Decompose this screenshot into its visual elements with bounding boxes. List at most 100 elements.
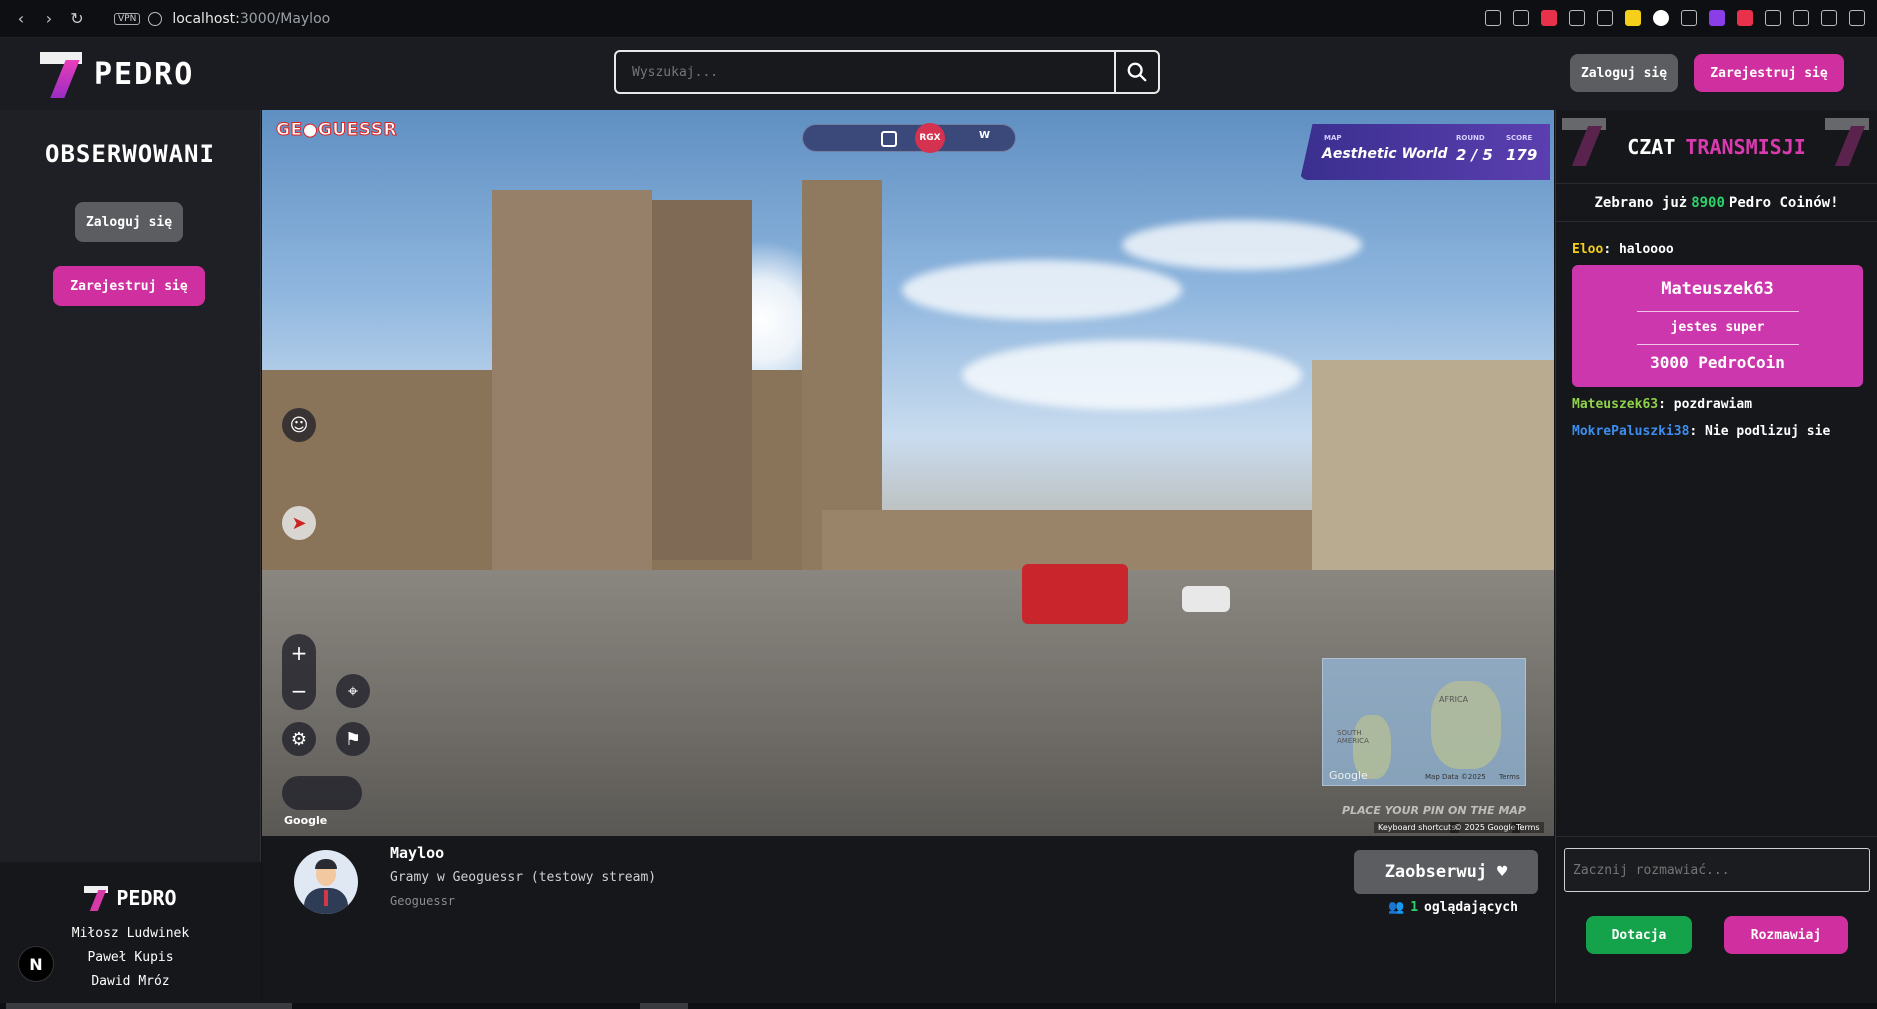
extension-yellow-icon[interactable] (1625, 10, 1641, 26)
donation-amount: 3000 PedroCoin (1650, 353, 1785, 372)
zoom-out-button[interactable]: − (282, 672, 316, 710)
chat-message: Mateuszek63: pozdrawiam (1572, 397, 1753, 412)
copyright: © 2025 Google (1450, 822, 1520, 833)
search-input[interactable] (614, 50, 1116, 94)
chat-header: CZAT TRANSMISJI (1556, 110, 1877, 184)
heart-icon: ♥ (1497, 862, 1508, 882)
sidebar: OBSERWOWANI Zaloguj się Zarejestruj się … (0, 110, 261, 1009)
browser-toolbar: ‹ › ↻ VPN localhost:3000/Mayloo (0, 0, 1877, 38)
map-label-africa: AFRICA (1439, 695, 1469, 704)
stream-category[interactable]: Geoguessr (390, 894, 455, 908)
author-name: Miłosz Ludwinek (71, 926, 190, 941)
place-pin-hint: PLACE YOUR PIN ON THE MAP (1342, 804, 1526, 817)
menu-icon[interactable] (1849, 10, 1865, 26)
bookmark-icon[interactable] (1485, 10, 1501, 26)
chat-title-pink: TRANSMISJI (1685, 134, 1806, 159)
chat-user[interactable]: MokrePaluszki38 (1572, 424, 1689, 439)
zoom-in-button[interactable]: + (282, 634, 316, 672)
cloud (962, 340, 1302, 410)
donation-card: Mateuszek63 jestes super 3000 PedroCoin (1572, 265, 1863, 387)
search-button[interactable] (1116, 50, 1160, 94)
sidebar-footer: PEDRO Miłosz Ludwinek Paweł Kupis Dawid … (0, 862, 261, 1009)
chat-user[interactable]: Mateuszek63 (1572, 397, 1658, 412)
pocket-icon[interactable] (1541, 10, 1557, 26)
pin-icon: ⌖ (347, 680, 359, 702)
download-icon[interactable] (1821, 10, 1837, 26)
chat-input[interactable] (1564, 848, 1870, 892)
score-value: 179 (1506, 146, 1538, 164)
avatar-hair (315, 859, 337, 869)
extension-a-icon[interactable] (1653, 10, 1669, 26)
sidebar-login-button[interactable]: Zaloguj się (75, 202, 183, 242)
donation-message: jestes super (1670, 320, 1765, 335)
chat-title-white: CZAT (1627, 134, 1676, 159)
scrollbar-thumb[interactable] (6, 1003, 292, 1009)
round-label: ROUND (1456, 134, 1485, 142)
profile-icon[interactable] (1793, 10, 1809, 26)
nextjs-badge[interactable]: N (18, 946, 54, 982)
location-pin-button[interactable]: ⌖ (336, 674, 370, 708)
extension-icons (1485, 10, 1865, 26)
map-label-south-america: SOUTH AMERICA (1337, 729, 1369, 745)
coins-suffix: Pedro Coinów! (1728, 194, 1839, 211)
cathedral-tower-right (652, 200, 752, 560)
donation-user: Mateuszek63 (1661, 279, 1774, 299)
search-icon (1127, 62, 1147, 82)
minimap-google: Google (1329, 769, 1368, 782)
game-status-panel: MAP Aesthetic World ROUND 2 / 5 SCORE 17… (1300, 124, 1550, 180)
streamer-name[interactable]: Mayloo (390, 844, 444, 862)
red-bus (1022, 564, 1128, 624)
stream-info: Mayloo Gramy w Geoguessr (testowy stream… (262, 836, 1554, 1009)
gear-icon: ⚙ (290, 728, 308, 750)
logo[interactable]: PEDRO (40, 52, 195, 98)
search-bar (614, 50, 1160, 94)
puzzle-icon[interactable] (1765, 10, 1781, 26)
players-indicator[interactable] (282, 776, 362, 810)
compass-button[interactable]: ➤ (282, 506, 316, 540)
footer-logo-text: PEDRO (116, 886, 177, 910)
terms-link[interactable]: Terms (1512, 822, 1544, 833)
cloud (902, 260, 1182, 320)
logo-text: PEDRO (94, 56, 195, 92)
extension-glasses-icon[interactable] (1681, 10, 1697, 26)
screenshot-icon[interactable] (1513, 10, 1529, 26)
keyboard-shortcuts-link[interactable]: Keyboard shortcuts (1374, 822, 1460, 833)
address-bar[interactable]: localhost:3000/Mayloo (172, 11, 330, 27)
heart-icon[interactable] (1597, 10, 1613, 26)
minimap[interactable]: AFRICA SOUTH AMERICA Google Map Data ©20… (1322, 658, 1526, 786)
extension-red-icon[interactable] (1737, 10, 1753, 26)
reload-icon[interactable]: ↻ (66, 8, 88, 30)
sidebar-register-button[interactable]: Zarejestruj się (53, 266, 205, 306)
settings-button[interactable]: ⚙ (282, 722, 316, 756)
header-register-button[interactable]: Zarejestruj się (1694, 54, 1844, 92)
follow-label: Zaobserwuj (1384, 862, 1488, 882)
stream-title: Gramy w Geoguessr (testowy stream) (390, 870, 657, 885)
chat-user[interactable]: Eloo (1572, 242, 1603, 257)
stream-player[interactable]: GE●GUESSR RGX W MAP Aesthetic World ROUN… (262, 110, 1554, 836)
flag-button[interactable]: ⚑ (336, 722, 370, 756)
chat-logo-right-icon (1825, 118, 1871, 170)
map-label: MAP (1324, 134, 1342, 142)
cathedral-tower-left (492, 190, 652, 570)
forward-icon[interactable]: › (38, 8, 60, 30)
coins-amount: 8900 (1691, 194, 1725, 211)
flag-icon: ⚑ (344, 728, 362, 750)
minimap-terms[interactable]: Terms (1499, 773, 1520, 781)
header-login-button[interactable]: Zaloguj się (1570, 54, 1678, 92)
horizontal-scrollbar[interactable] (0, 1003, 1877, 1009)
send-chat-button[interactable]: Rozmawiaj (1724, 916, 1848, 954)
play-icon[interactable] (1569, 10, 1585, 26)
viewers-number: 1 (1410, 900, 1419, 915)
donate-button[interactable]: Dotacja (1586, 916, 1692, 954)
vpn-badge[interactable]: VPN (114, 12, 141, 25)
rgx-badge: RGX (915, 123, 945, 153)
copy-icon[interactable] (881, 131, 897, 147)
follow-button[interactable]: Zaobserwuj ♥ (1354, 850, 1538, 894)
emoji-button[interactable]: ☺ (282, 408, 316, 442)
avatar[interactable] (294, 850, 358, 914)
extension-purple-icon[interactable] (1709, 10, 1725, 26)
back-icon[interactable]: ‹ (10, 8, 32, 30)
white-car (1182, 586, 1230, 612)
scrollbar-thumb[interactable] (640, 1003, 688, 1009)
coins-collected: Zebrano już 8900 Pedro Coinów! (1556, 184, 1877, 222)
